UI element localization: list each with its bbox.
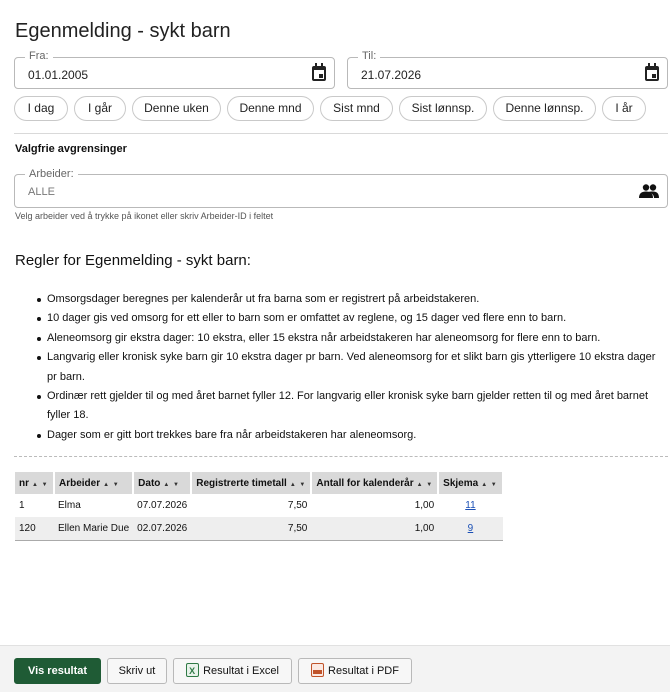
cell-timetall: 7,50	[287, 500, 308, 511]
worker-label: Arbeider:	[25, 168, 78, 180]
pdf-button-label: Resultat i PDF	[328, 665, 399, 677]
calendar-ring	[315, 63, 317, 67]
rule-item: 10 dager gis ved omsorg for ett eller to…	[37, 309, 659, 328]
range-chip-denne-lonnsp[interactable]: Denne lønnsp.	[493, 96, 596, 121]
range-chip-denne-uken[interactable]: Denne uken	[132, 96, 221, 121]
range-chip-i-gar[interactable]: I går	[74, 96, 126, 121]
sort-icon[interactable]: ▲ ▼	[163, 482, 180, 488]
date-to-field[interactable]: Til: 21.07.2026	[347, 50, 668, 89]
col-header-registrerte-timetall[interactable]: Registrerte timetall ▲ ▼	[191, 472, 313, 494]
calendar-ring	[654, 63, 656, 67]
rule-item: Aleneomsorg gir ekstra dager: 10 ekstra,…	[37, 329, 659, 348]
dashed-divider	[14, 456, 668, 457]
calendar-icon[interactable]	[312, 63, 326, 81]
date-from-value[interactable]: 01.01.2005	[28, 68, 88, 82]
excel-button-label: Resultat i Excel	[203, 665, 279, 677]
divider	[14, 133, 668, 134]
rule-item: Ordinær rett gjelder til og med året bar…	[37, 387, 659, 426]
people-icon[interactable]	[639, 184, 659, 198]
excel-button[interactable]: Resultat i Excel	[173, 658, 292, 684]
col-header-arbeider[interactable]: Arbeider ▲ ▼	[54, 472, 135, 494]
rules-title: Regler for Egenmelding - sykt barn:	[15, 252, 251, 269]
results-table: nr ▲ ▼ Arbeider ▲ ▼ Dato ▲ ▼ Registrerte ti…	[15, 472, 504, 541]
col-header-nr[interactable]: nr ▲ ▼	[15, 472, 55, 494]
cell-skjema: 9	[438, 517, 503, 541]
cell-arbeider: Ellen Marie Due	[54, 517, 134, 541]
range-chip-denne-mnd[interactable]: Denne mnd	[227, 96, 314, 121]
rule-item: Omsorgsdager beregnes per kalenderår ut …	[37, 290, 659, 309]
rule-item: Dager som er gitt bort trekkes bare fra …	[37, 426, 659, 445]
sort-icon[interactable]: ▲ ▼	[417, 482, 434, 488]
col-header-skjema[interactable]: Skjema ▲ ▼	[438, 472, 504, 494]
pdf-button[interactable]: Resultat i PDF	[298, 658, 412, 684]
col-label: Registrerte timetall	[196, 477, 287, 489]
action-footer: Vis resultat Skriv ut Resultat i Excel R…	[0, 645, 670, 692]
range-chip-i-dag[interactable]: I dag	[14, 96, 68, 121]
cell-nr: 120	[15, 517, 54, 541]
cell-nr: 1	[19, 500, 25, 511]
skjema-link[interactable]: 11	[465, 500, 475, 511]
cell-skjema: 11	[438, 494, 503, 517]
date-to-label: Til:	[358, 50, 381, 62]
range-chip-i-ar[interactable]: I år	[602, 96, 646, 121]
pdf-icon	[311, 663, 325, 678]
col-label: Arbeider	[59, 477, 101, 489]
table-header-row: nr ▲ ▼ Arbeider ▲ ▼ Dato ▲ ▼ Registrerte ti…	[15, 472, 504, 494]
cell-arbeider: Elma	[58, 500, 81, 511]
sort-icon[interactable]: ▲ ▼	[32, 482, 49, 488]
worker-field[interactable]: Arbeider: ALLE	[14, 168, 668, 208]
col-label: Skjema	[443, 477, 479, 489]
sort-icon[interactable]: ▲ ▼	[481, 482, 498, 488]
page-title: Egenmelding - sykt barn	[15, 20, 231, 42]
sort-icon[interactable]: ▲ ▼	[290, 482, 307, 488]
cell-antall: 1,00	[311, 517, 439, 541]
rules-list: Omsorgsdager beregnes per kalenderår ut …	[37, 290, 659, 445]
rule-item: Langvarig eller kronisk syke barn gir 10…	[37, 348, 659, 387]
table-row: 1 Elma 07.07.2026 7,50 1,00 11	[15, 494, 503, 517]
cell-dato: 02.07.2026	[133, 517, 192, 541]
cell-antall: 1,00	[414, 500, 435, 511]
col-header-dato[interactable]: Dato ▲ ▼	[133, 472, 193, 494]
cell-dato: 07.07.2026	[137, 500, 188, 511]
date-from-label: Fra:	[25, 50, 53, 62]
print-button[interactable]: Skriv ut	[107, 658, 167, 684]
calendar-ring	[648, 63, 650, 67]
range-chip-sist-lonnsp[interactable]: Sist lønnsp.	[399, 96, 487, 121]
table-row: 120 Ellen Marie Due 02.07.2026 7,50 1,00…	[15, 517, 503, 541]
col-label: Antall for kalenderår	[316, 477, 414, 489]
col-header-antall-for-kalenderar[interactable]: Antall for kalenderår ▲ ▼	[311, 472, 440, 494]
date-from-field[interactable]: Fra: 01.01.2005	[14, 50, 335, 89]
excel-icon	[186, 659, 200, 683]
range-chip-sist-mnd[interactable]: Sist mnd	[320, 96, 393, 121]
calendar-icon[interactable]	[645, 63, 659, 81]
show-results-button[interactable]: Vis resultat	[14, 658, 101, 684]
skjema-link[interactable]: 9	[468, 523, 474, 534]
calendar-ring	[321, 63, 323, 67]
date-to-value[interactable]: 21.07.2026	[361, 68, 421, 82]
optional-filters-heading: Valgfrie avgrensinger	[15, 143, 127, 155]
worker-hint: Velg arbeider ved å trykke på ikonet ell…	[15, 211, 274, 221]
cell-timetall: 7,50	[191, 517, 312, 541]
col-label: nr	[19, 477, 29, 489]
col-label: Dato	[138, 477, 161, 489]
page: Egenmelding - sykt barn Fra: 01.01.2005 …	[0, 0, 670, 692]
sort-icon[interactable]: ▲ ▼	[103, 482, 120, 488]
worker-input[interactable]: ALLE	[28, 186, 55, 198]
